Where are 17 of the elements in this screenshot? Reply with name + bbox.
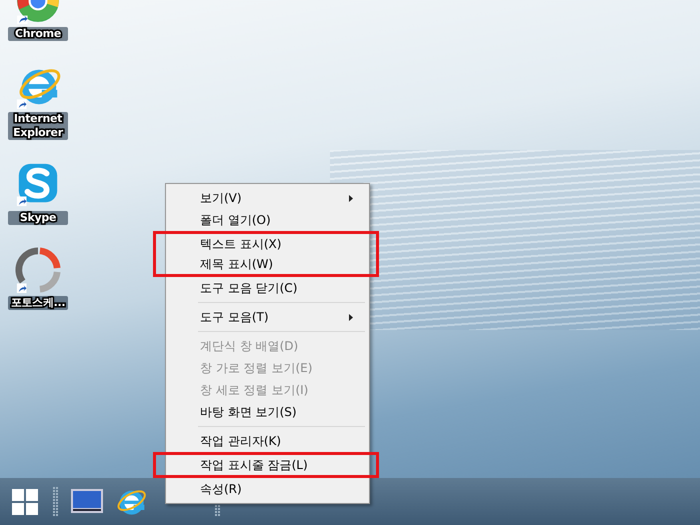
shortcut-label: Chrome (8, 27, 68, 41)
menu-item[interactable]: 작업 표시줄 잠금(L) (153, 452, 379, 478)
menu-item[interactable]: 작업 관리자(K) (168, 430, 367, 452)
menu-item[interactable]: 폴더 열기(O) (168, 209, 367, 231)
menu-item[interactable]: 도구 모음(T) (168, 306, 367, 328)
menu-item[interactable]: 보기(V) (168, 187, 367, 209)
photo-app-shortcut-icon[interactable] (15, 247, 61, 293)
menu-item[interactable]: 제목 표시(W) (153, 254, 379, 277)
shortcut-label: Internet Explorer (8, 112, 68, 140)
windows-start-icon[interactable] (12, 488, 38, 514)
grip-handle-icon[interactable] (53, 486, 59, 516)
menu-item[interactable]: 바탕 화면 보기(S) (168, 401, 367, 423)
menu-item[interactable]: 텍스트 표시(X) (153, 231, 379, 254)
menu-item[interactable]: 속성(R) (168, 478, 367, 500)
menu-item[interactable]: 도구 모음 닫기(C) (168, 277, 367, 299)
shortcut-label: Skype (8, 211, 68, 225)
shortcut-label: 포토스케... (8, 296, 68, 310)
